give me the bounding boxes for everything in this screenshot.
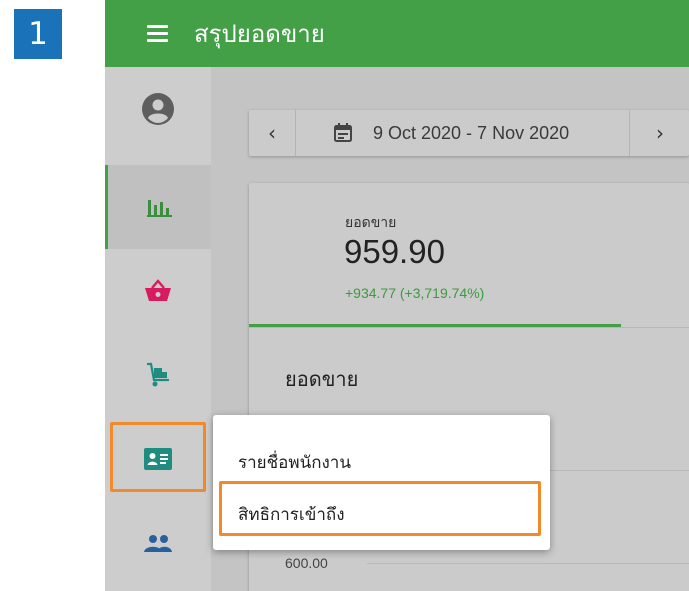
menu-icon[interactable] (147, 25, 168, 42)
chart-title: ยอดขาย (285, 367, 359, 391)
date-range-picker: ‹ 9 Oct 2020 - 7 Nov 2020 › (249, 110, 689, 156)
chart-gridline (367, 563, 689, 564)
basket-icon (145, 279, 171, 301)
divider (249, 327, 689, 328)
menu-item-staff-list[interactable]: รายชื่อพนักงาน (238, 449, 351, 476)
kpi-label: ยอดขาย (345, 215, 397, 231)
sidebar-item-inventory[interactable] (105, 333, 211, 417)
kpi-value: 959.90 (344, 233, 445, 270)
sidebar-item-customers[interactable] (105, 501, 211, 585)
next-period-button[interactable]: › (629, 110, 689, 156)
date-range-field[interactable]: 9 Oct 2020 - 7 Nov 2020 (295, 110, 629, 156)
y-axis-tick-label: 600.00 (285, 555, 328, 571)
hand-truck-icon (147, 362, 169, 387)
page-title: สรุปยอดขาย (194, 20, 325, 48)
sidebar-item-sales[interactable] (105, 249, 211, 333)
sidebar-item-dashboard[interactable] (105, 165, 211, 249)
previous-period-button[interactable]: ‹ (249, 110, 296, 156)
sidebar-item-profile[interactable] (105, 67, 211, 151)
group-icon (144, 535, 172, 552)
calendar-icon (333, 123, 353, 143)
date-range-label: 9 Oct 2020 - 7 Nov 2020 (373, 122, 570, 143)
account-circle-icon (142, 93, 174, 125)
bar-chart-icon (146, 200, 172, 217)
top-app-bar: สรุปยอดขาย (105, 0, 689, 67)
chevron-right-icon: › (656, 121, 664, 145)
staff-icon-highlight (110, 422, 206, 492)
kpi-change: +934.77 (+3,719.74%) (345, 285, 485, 301)
sidebar (105, 67, 211, 591)
chevron-left-icon: ‹ (268, 121, 276, 145)
step-number-badge: 1 (14, 9, 62, 59)
access-rights-highlight (219, 481, 541, 536)
